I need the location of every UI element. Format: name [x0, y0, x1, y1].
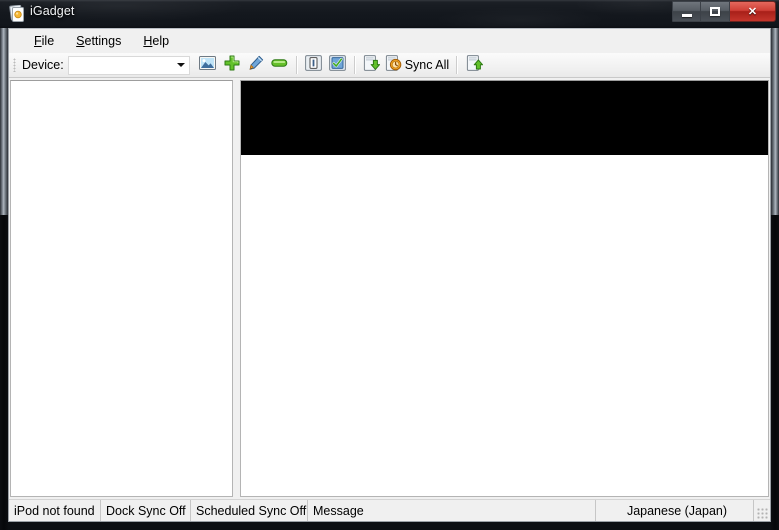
- artwork-button[interactable]: [197, 54, 219, 76]
- green-capsule-icon: [271, 56, 288, 74]
- igadget-app-icon: [9, 4, 25, 22]
- close-icon: ✕: [747, 6, 758, 18]
- sync-all-label: Sync All: [404, 58, 450, 72]
- clock-document-icon: [385, 54, 402, 76]
- toolbar-grip[interactable]: [13, 58, 16, 72]
- green-check-box-icon: [329, 54, 347, 76]
- message-status: Message: [308, 500, 596, 521]
- check-button[interactable]: [327, 54, 349, 76]
- toolbar-separator-1: [295, 56, 298, 74]
- export-button[interactable]: [463, 54, 485, 76]
- window-title: iGadget: [30, 4, 75, 18]
- menu-item-help[interactable]: Help: [132, 31, 180, 51]
- client-area: File Settings Help Device: Sync All iPod…: [8, 28, 771, 522]
- chevron-down-icon: [176, 63, 185, 67]
- import-button[interactable]: [361, 54, 383, 76]
- battery-icon: [305, 54, 323, 76]
- picture-icon: [199, 55, 217, 76]
- title-bar[interactable]: iGadget ✕: [0, 0, 779, 28]
- dock-sync-status: Dock Sync Off: [101, 500, 191, 521]
- menu-item-help-rest: elp: [152, 34, 170, 48]
- minimize-button[interactable]: [672, 1, 701, 22]
- toolbar-separator-2: [353, 56, 356, 74]
- maximize-button[interactable]: [701, 1, 730, 22]
- feed-list-pane[interactable]: [10, 80, 233, 497]
- close-button[interactable]: ✕: [730, 1, 776, 22]
- maximize-icon: [701, 2, 729, 21]
- toolbar-separator-3: [456, 56, 459, 74]
- menu-item-file-rest: ile: [41, 34, 55, 48]
- green-plus-icon: [224, 55, 240, 76]
- window-controls: ✕: [672, 1, 776, 22]
- device-label: Device:: [22, 58, 64, 72]
- toolbar: Device: Sync All: [9, 53, 770, 78]
- application-window: iGadget ✕ File Settings Help Device: Syn…: [0, 0, 779, 530]
- add-button[interactable]: [221, 54, 243, 76]
- document-download-icon: [363, 54, 381, 76]
- edit-button[interactable]: [245, 54, 267, 76]
- menu-item-settings-rest: ettings: [84, 34, 122, 48]
- menu-item-file[interactable]: File: [23, 31, 65, 51]
- menu-bar: File Settings Help: [9, 29, 770, 53]
- video-surface: [241, 81, 768, 155]
- window-frame-right-lower: [771, 215, 779, 530]
- title-bar-glass-sheen: [0, 0, 779, 28]
- ipod-status: iPod not found: [9, 500, 101, 521]
- device-info-button[interactable]: [303, 54, 325, 76]
- minimize-icon: [673, 2, 700, 21]
- remove-button[interactable]: [269, 54, 291, 76]
- device-combobox[interactable]: [67, 55, 190, 75]
- document-upload-icon: [466, 54, 483, 76]
- menu-item-settings[interactable]: Settings: [65, 31, 132, 51]
- window-frame-left-lower: [0, 215, 8, 530]
- resize-grip-icon: [757, 508, 768, 519]
- pencil-icon: [248, 55, 264, 76]
- main-panes: [9, 79, 770, 499]
- status-bar: iPod not found Dock Sync Off Scheduled S…: [9, 499, 770, 521]
- sync-all-button[interactable]: Sync All: [384, 54, 452, 76]
- resize-grip[interactable]: [754, 500, 770, 521]
- scheduled-sync-status: Scheduled Sync Off: [191, 500, 308, 521]
- content-pane[interactable]: [240, 80, 769, 497]
- locale-status: Japanese (Japan): [596, 500, 754, 521]
